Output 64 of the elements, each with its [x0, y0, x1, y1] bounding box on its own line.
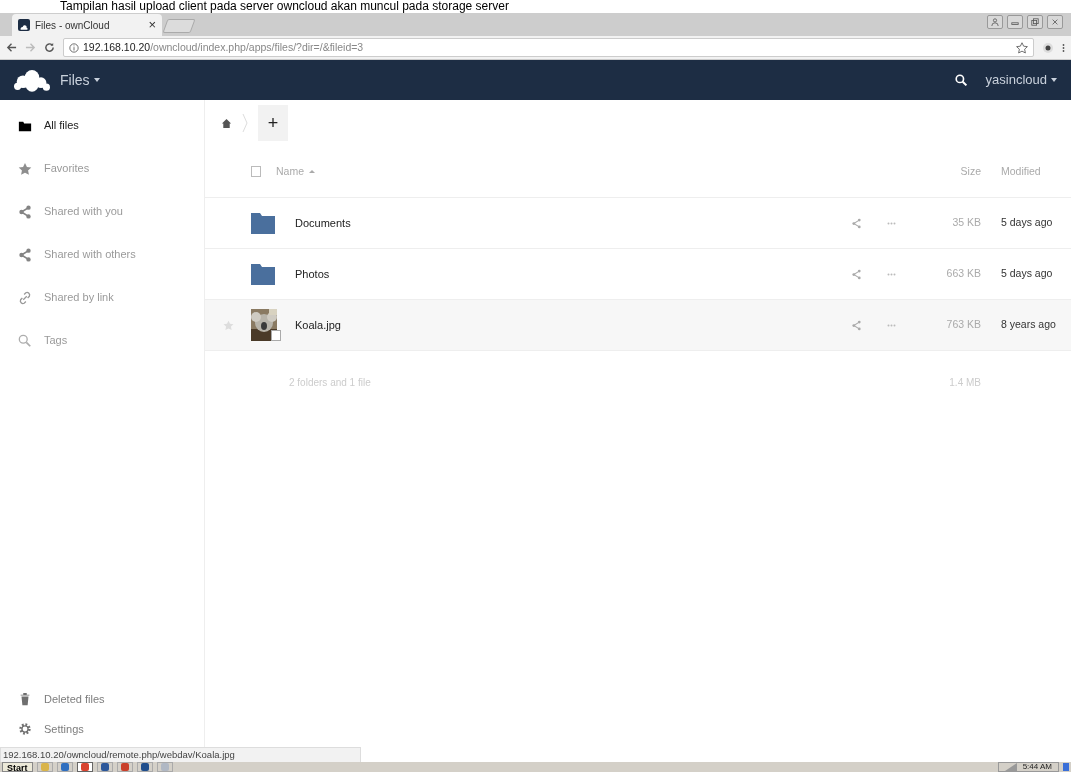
bookmark-star-icon[interactable]	[1016, 41, 1028, 54]
select-all-checkbox[interactable]	[251, 166, 261, 177]
profile-button[interactable]	[987, 15, 1003, 29]
table-cell-text: 35 KB	[951, 215, 981, 231]
sort-arrow-icon	[309, 170, 315, 173]
settings-icon	[18, 722, 32, 736]
table-cell-text: 763 KB	[945, 317, 981, 333]
close-icon	[1051, 18, 1059, 26]
star-icon	[18, 161, 32, 176]
cloud-logo-icon[interactable]	[14, 68, 50, 92]
taskbar-app-button[interactable]	[96, 762, 113, 772]
taskbar-app-button[interactable]	[56, 762, 73, 772]
checkbox[interactable]	[271, 330, 281, 341]
table-cell-text: 663 KB	[945, 266, 981, 282]
favorite-star-icon[interactable]	[222, 319, 234, 331]
app-menu-button[interactable]: Files	[60, 69, 100, 91]
link-icon	[18, 290, 32, 305]
file-row[interactable]: Koala.jpg 763 KB 8 years ago	[205, 300, 1071, 351]
caption-text: Tampilan hasil upload client pada server owncloud akan muncul pada storage server	[60, 0, 509, 13]
table-cell-text: 8 years ago	[1000, 317, 1057, 333]
file-row[interactable]: Documents 35 KB 5 days ago	[205, 198, 1071, 249]
share-icon[interactable]	[851, 319, 862, 331]
sidebar-item[interactable]: All files	[0, 104, 204, 147]
reload-button[interactable]	[44, 42, 55, 53]
browser-tab[interactable]: Files - ownCloud ×	[12, 14, 162, 36]
extension-icon[interactable]	[1042, 41, 1054, 54]
person-icon	[991, 18, 999, 26]
menu-icon[interactable]	[1062, 41, 1065, 54]
table-cell-text: 5 days ago	[1000, 266, 1054, 282]
url-text: 192.168.10.20/owncloud/index.php/apps/files/?dir=/&fileid=3	[83, 39, 364, 55]
close-tab-button[interactable]: ×	[148, 15, 156, 35]
close-button[interactable]	[1047, 15, 1063, 29]
folder-icon	[251, 211, 275, 235]
tab-title: Files - ownCloud	[35, 18, 111, 33]
restore-button[interactable]	[1027, 15, 1043, 29]
taskbar-app-button[interactable]	[136, 762, 153, 772]
table-cell-text: 5 days ago	[1000, 215, 1054, 231]
restore-icon	[1031, 18, 1039, 26]
start-button[interactable]: Start	[2, 762, 33, 772]
search-icon[interactable]	[954, 73, 968, 87]
forward-button[interactable]	[25, 42, 36, 53]
cloud-icon	[18, 19, 30, 31]
trash-icon	[18, 692, 32, 706]
minimize-button[interactable]	[1007, 15, 1023, 29]
home-icon[interactable]	[221, 117, 232, 129]
share-icon	[18, 204, 32, 219]
user-menu-button[interactable]: yasincloud	[985, 70, 1057, 90]
share-icon[interactable]	[851, 268, 862, 280]
network-icon[interactable]	[1004, 763, 1017, 771]
taskbar-app-button[interactable]	[116, 762, 133, 772]
breadcrumb-separator-icon	[242, 113, 248, 133]
sidebar-item[interactable]: Deleted files	[0, 684, 204, 714]
address-field[interactable]: 192.168.10.20/owncloud/index.php/apps/files/?dir=/&fileid=3	[63, 38, 1034, 57]
search-icon	[18, 333, 32, 348]
share-icon[interactable]	[851, 217, 862, 229]
info-icon	[69, 42, 79, 53]
back-button[interactable]	[6, 42, 17, 53]
new-tab-button[interactable]	[162, 19, 196, 33]
sidebar-item[interactable]: Settings	[0, 714, 204, 744]
new-button[interactable]: +	[258, 105, 288, 141]
share-icon	[18, 247, 32, 262]
clock-text: 5:44 AM	[1022, 762, 1052, 772]
folder-icon	[251, 262, 275, 286]
taskbar-app-button[interactable]	[76, 762, 93, 772]
